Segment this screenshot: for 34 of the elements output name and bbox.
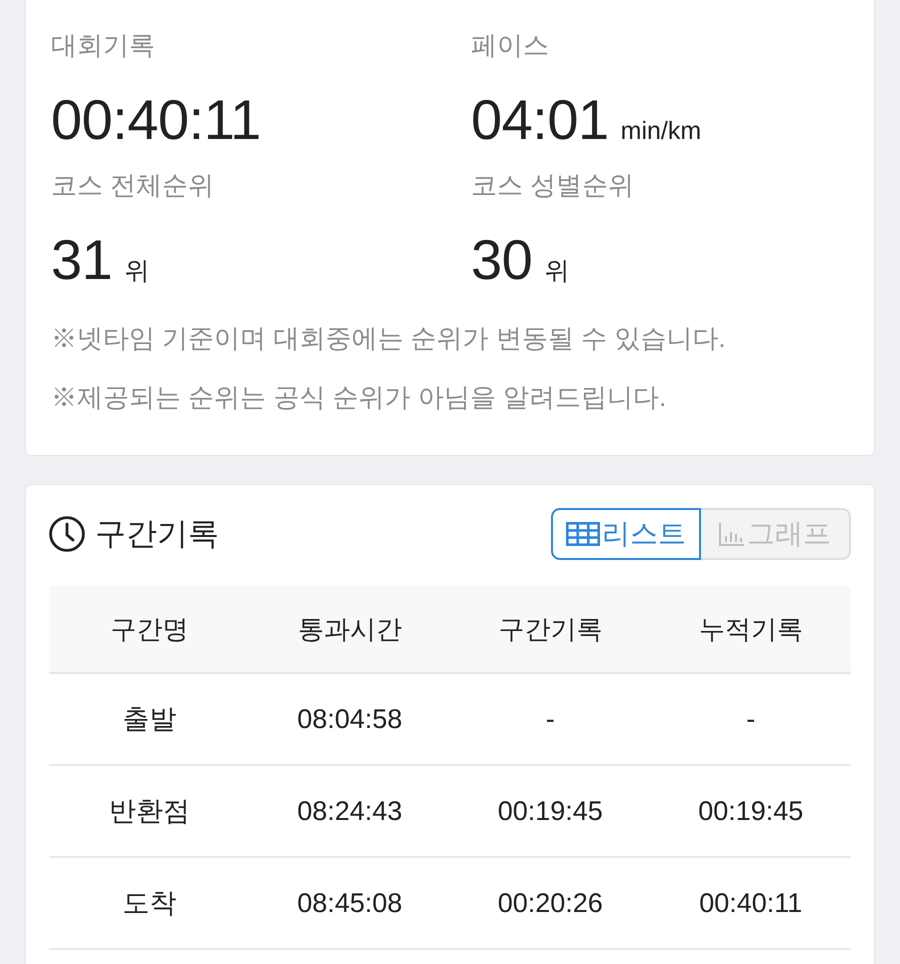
column-header: 통과시간 — [298, 613, 402, 646]
stat-unit: min/km — [620, 116, 702, 147]
table-cell-text: 08:45:08 — [297, 887, 402, 920]
stat-label: 대회기록 — [51, 29, 155, 62]
table-cell-text: 도착 — [122, 887, 176, 920]
list-view-button[interactable]: 리스트 — [551, 508, 701, 560]
table-cell-text: 00:20:26 — [498, 887, 603, 920]
table-cell-text: 08:24:43 — [297, 795, 402, 828]
stat-label: 코스 전체순위 — [51, 169, 214, 202]
section-title: 구간기록 — [95, 515, 219, 553]
stat-unit: 위 — [544, 256, 570, 287]
stat-value: 00:40:11 — [51, 88, 261, 152]
stat-value: 04:01 — [471, 88, 609, 152]
table-cell-text: 반환점 — [108, 795, 190, 828]
table-grid-icon — [566, 522, 600, 546]
table-cell-text: 00:19:45 — [498, 795, 603, 828]
notice-text: ※넷타임 기준이며 대회중에는 순위가 변동될 수 있습니다. — [51, 322, 726, 355]
table-cell-text: 00:19:45 — [698, 795, 804, 828]
table-cell-text: 08:04:58 — [297, 703, 402, 736]
bar-chart-icon — [719, 522, 745, 546]
stat-label: 페이스 — [471, 29, 549, 62]
column-header: 누적기록 — [698, 613, 803, 646]
table-cell-text: 00:40:11 — [699, 887, 802, 920]
stat-value: 30 — [471, 228, 532, 292]
stat-unit: 위 — [124, 256, 150, 287]
column-header: 구간기록 — [498, 613, 602, 646]
notice-text: ※제공되는 순위는 공식 순위가 아님을 알려드립니다. — [51, 381, 666, 414]
stat-label: 코스 성별순위 — [471, 169, 634, 202]
table-cell-text: 출발 — [122, 703, 176, 736]
clock-icon — [49, 516, 85, 552]
table-cell-text: - — [746, 703, 756, 736]
column-header: 구간명 — [110, 613, 188, 646]
stat-value: 31 — [51, 228, 112, 292]
table-cell-text: - — [546, 703, 555, 736]
